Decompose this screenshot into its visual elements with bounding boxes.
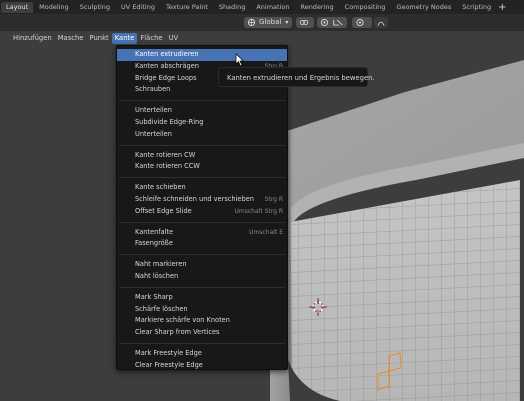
- menu-entry[interactable]: Schärfe löschen: [117, 304, 287, 316]
- workspace-tabs: Layout Modeling Sculpting UV Editing Texture…: [0, 0, 524, 14]
- menu-entry-label: Naht markieren: [135, 260, 187, 269]
- menu-entry-label: Schärfe löschen: [135, 304, 188, 313]
- snap-icon: [320, 18, 329, 27]
- menu-entry[interactable]: Mark Sharp: [117, 292, 287, 304]
- pivot-point-button[interactable]: [296, 17, 314, 28]
- menu-entry[interactable]: Clear Sharp from Vertices: [117, 327, 287, 339]
- menu-entry[interactable]: Kanten extrudieren: [117, 49, 287, 61]
- chevron-down-icon: ▾: [285, 19, 289, 26]
- proportional-editing-button[interactable]: [352, 17, 372, 28]
- menu-separator: [119, 254, 285, 256]
- proportional-icon: [356, 18, 364, 27]
- workspace-tab-rendering[interactable]: Rendering: [295, 2, 338, 13]
- workspace-tab-layout[interactable]: Layout: [1, 1, 34, 13]
- tooltip: Kanten extrudieren und Ergebnis bewegen.: [218, 67, 375, 87]
- menu-entry[interactable]: Kante rotieren CW: [117, 150, 287, 162]
- menu-hinzufügen[interactable]: Hinzufügen: [10, 33, 55, 44]
- menu-entry-label: Mark Freestyle Edge: [135, 348, 202, 357]
- menu-separator: [119, 100, 285, 102]
- workspace-tab-sculpting[interactable]: Sculpting: [75, 2, 115, 13]
- viewport-header: Global ▾: [0, 14, 524, 31]
- menu-kante[interactable]: Kante: [111, 33, 138, 44]
- transform-orientation-dropdown[interactable]: Global ▾: [244, 17, 292, 28]
- menu-entry-label: Kante schieben: [135, 183, 186, 192]
- menu-separator: [119, 342, 285, 344]
- workspace-tab-texture-paint[interactable]: Texture Paint: [161, 2, 213, 13]
- workspace-tab-compositing[interactable]: Compositing: [340, 2, 391, 13]
- menu-separator: [119, 286, 285, 288]
- menu-entry-label: Naht löschen: [135, 271, 179, 280]
- menu-entry-label: Clear Freestyle Edge: [135, 360, 203, 369]
- menu-entry-label: Unterteilen: [135, 106, 172, 115]
- menu-entry[interactable]: Mark Freestyle Edge: [117, 348, 287, 360]
- menu-fläche[interactable]: Fläche: [137, 33, 165, 44]
- orientation-icon: [247, 18, 256, 27]
- pivot-icon: [299, 20, 309, 25]
- menu-entry-label: Schrauben: [135, 85, 171, 94]
- menu-entry[interactable]: Unterteilen: [117, 129, 287, 141]
- workspace-tab-modeling[interactable]: Modeling: [34, 2, 74, 13]
- menu-entry-label: Kante rotieren CCW: [135, 162, 200, 171]
- menu-masche[interactable]: Masche: [55, 33, 87, 44]
- menu-punkt[interactable]: Punkt: [87, 33, 112, 44]
- menu-entry-label: Offset Edge Slide: [135, 206, 192, 215]
- menu-entry-label: Kanten extrudieren: [135, 50, 199, 58]
- menu-entry[interactable]: Offset Edge Slide Umschalt Strg R: [117, 206, 287, 218]
- cube-front-grid: [290, 180, 520, 401]
- menu-entry-label: Markiere schärfe von Knoten: [135, 316, 230, 325]
- menu-entry[interactable]: Unterteilen: [117, 105, 287, 117]
- falloff-icon: [377, 21, 385, 26]
- menu-entry-label: Unterteilen: [135, 129, 172, 138]
- workspace-tab-scripting[interactable]: Scripting: [457, 2, 496, 13]
- menu-separator: [119, 177, 285, 179]
- edge-menu-dropdown: Kanten extrudieren Kanten abschrägen Strg …: [116, 45, 288, 370]
- menu-entry-shortcut: Umschalt Strg R: [234, 207, 283, 215]
- menu-entry[interactable]: Kantenfalte Umschalt E: [117, 227, 287, 239]
- menu-entry-label: Kante rotieren CW: [135, 150, 196, 159]
- workspace-tab-shading[interactable]: Shading: [214, 2, 250, 13]
- menu-separator: [119, 221, 285, 223]
- menu-entry-label: Mark Sharp: [135, 292, 173, 301]
- menu-entry-label: Kantenfalte: [135, 227, 174, 236]
- menu-entry-label: Fasengröße: [135, 239, 173, 248]
- snap-target-icon: [333, 19, 343, 26]
- workspace-tab-animation[interactable]: Animation: [251, 2, 294, 13]
- menu-entry[interactable]: Naht markieren: [117, 259, 287, 271]
- menu-entry[interactable]: Kante schieben: [117, 182, 287, 194]
- workspace-tab-uv-editing[interactable]: UV Editing: [116, 2, 160, 13]
- menu-entry-label: Kanten abschrägen: [135, 61, 199, 70]
- orientation-label: Global: [259, 18, 282, 26]
- edit-mode-menubar: Hinzufügen Masche Punkt Kante Fläche UV: [0, 32, 210, 45]
- snap-button[interactable]: [317, 17, 347, 28]
- mouse-cursor-icon: [235, 53, 245, 67]
- menu-entry[interactable]: Naht löschen: [117, 271, 287, 283]
- menu-entry[interactable]: Schleife schneiden und verschieben Strg R: [117, 194, 287, 206]
- menu-entry-label: Schleife schneiden und verschieben: [135, 194, 254, 203]
- menu-separator: [119, 144, 285, 146]
- menu-entry[interactable]: Fasengröße: [117, 238, 287, 250]
- menu-entry-label: Bridge Edge Loops: [135, 73, 197, 82]
- workspace-tab-geometry-nodes[interactable]: Geometry Nodes: [391, 2, 456, 13]
- menu-entry[interactable]: Kante rotieren CCW: [117, 161, 287, 173]
- menu-entry[interactable]: Subdivide Edge-Ring: [117, 117, 287, 129]
- menu-entry-shortcut: Strg R: [264, 195, 283, 203]
- menu-entry-label: Clear Sharp from Vertices: [135, 328, 220, 337]
- menu-uv[interactable]: UV: [166, 33, 182, 44]
- falloff-button[interactable]: [374, 17, 388, 28]
- menu-entry[interactable]: Markiere schärfe von Knoten: [117, 315, 287, 327]
- add-workspace-button[interactable]: +: [498, 2, 506, 13]
- menu-entry-label: Subdivide Edge-Ring: [135, 117, 204, 126]
- menu-entry[interactable]: Clear Freestyle Edge: [117, 360, 287, 372]
- menu-entry-shortcut: Umschalt E: [249, 228, 283, 236]
